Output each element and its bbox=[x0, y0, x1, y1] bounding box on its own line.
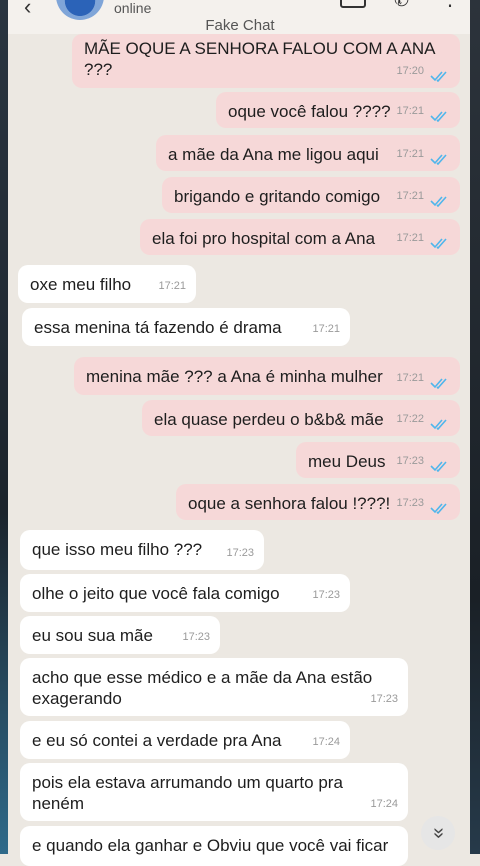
message-text: pois ela estava arrumando um quarto pra … bbox=[32, 773, 343, 813]
message-time: 17:23 bbox=[396, 455, 424, 467]
message-bubble[interactable]: e eu só contei a verdade pra Ana 17:24 bbox=[20, 721, 350, 759]
message-bubble[interactable]: oque a senhora falou !???! 17:23 bbox=[176, 484, 460, 520]
message-text: oxe meu filho bbox=[30, 275, 132, 294]
message-time: 17:21 bbox=[396, 148, 424, 160]
scroll-down-icon[interactable]: » bbox=[421, 816, 455, 850]
message-text: brigando e gritando comigo bbox=[174, 187, 381, 206]
message-text: eu sou sua mãe bbox=[32, 626, 153, 645]
message-time: 17:23 bbox=[226, 547, 254, 559]
double-check-icon bbox=[430, 111, 447, 122]
double-check-icon bbox=[430, 461, 447, 472]
message-bubble[interactable]: acho que esse médico e a mãe da Ana estã… bbox=[20, 658, 408, 716]
message-time: 17:24 bbox=[370, 798, 398, 810]
message-text: ela quase perdeu o b&b& mãe bbox=[154, 410, 384, 429]
message-time: 17:21 bbox=[396, 190, 424, 202]
message-bubble[interactable]: oxe meu filho 17:21 bbox=[18, 265, 196, 303]
message-time: 17:24 bbox=[312, 736, 340, 748]
double-check-icon bbox=[430, 154, 447, 165]
message-bubble[interactable]: olhe o jeito que você fala comigo 17:23 bbox=[20, 574, 350, 612]
message-text: oque a senhora falou !???! bbox=[188, 494, 391, 513]
message-time: 17:21 bbox=[312, 323, 340, 335]
left-frame bbox=[0, 0, 8, 854]
message-bubble[interactable]: oque você falou ???? 17:21 bbox=[216, 92, 460, 128]
message-time: 17:21 bbox=[396, 372, 424, 384]
double-check-icon bbox=[430, 196, 447, 207]
double-check-icon bbox=[430, 503, 447, 514]
message-time: 17:20 bbox=[396, 65, 424, 77]
message-bubble[interactable]: pois ela estava arrumando um quarto pra … bbox=[20, 763, 408, 821]
message-text: ela foi pro hospital com a Ana bbox=[152, 229, 376, 248]
message-text: MÃE OQUE A SENHORA FALOU COM A ANA ??? bbox=[84, 39, 435, 79]
message-text: e eu só contei a verdade pra Ana bbox=[32, 731, 282, 750]
message-time: 17:21 bbox=[396, 232, 424, 244]
right-frame bbox=[470, 0, 480, 854]
message-time: 17:23 bbox=[370, 693, 398, 705]
message-text: essa menina tá fazendo é drama bbox=[34, 318, 282, 337]
message-bubble[interactable]: MÃE OQUE A SENHORA FALOU COM A ANA ??? 1… bbox=[72, 34, 460, 88]
message-text: olhe o jeito que você fala comigo bbox=[32, 584, 280, 603]
message-bubble[interactable]: e quando ela ganhar e Obviu que você vai… bbox=[20, 826, 408, 866]
message-text: que isso meu filho ??? bbox=[32, 540, 203, 559]
message-bubble[interactable]: eu sou sua mãe 17:23 bbox=[20, 616, 220, 654]
message-text: a mãe da Ana me ligou aqui bbox=[168, 145, 379, 164]
page-title: Fake Chat bbox=[205, 17, 275, 34]
message-text: menina mãe ??? a Ana é minha mulher bbox=[86, 367, 383, 386]
message-time: 17:23 bbox=[312, 589, 340, 601]
message-bubble[interactable]: essa menina tá fazendo é drama 17:21 bbox=[22, 308, 350, 346]
message-bubble[interactable]: meu Deus 17:23 bbox=[296, 442, 460, 478]
message-time: 17:21 bbox=[158, 280, 186, 292]
message-text: e quando ela ganhar e Obviu que você vai… bbox=[32, 836, 389, 855]
message-time: 17:21 bbox=[396, 105, 424, 117]
message-bubble[interactable]: que isso meu filho ??? 17:23 bbox=[20, 530, 264, 570]
message-time: 17:22 bbox=[396, 413, 424, 425]
phone-icon[interactable]: ✆ bbox=[394, 0, 409, 11]
message-bubble[interactable]: a mãe da Ana me ligou aqui 17:21 bbox=[156, 135, 460, 171]
message-bubble[interactable]: brigando e gritando comigo 17:21 bbox=[162, 177, 460, 213]
message-bubble[interactable]: ela quase perdeu o b&b& mãe 17:22 bbox=[142, 400, 460, 436]
message-bubble[interactable]: ela foi pro hospital com a Ana 17:21 bbox=[140, 219, 460, 255]
message-time: 17:23 bbox=[182, 631, 210, 643]
message-text: meu Deus bbox=[308, 452, 386, 471]
contact-status: online bbox=[114, 0, 152, 16]
message-text: acho que esse médico e a mãe da Ana estã… bbox=[32, 668, 373, 708]
double-check-icon bbox=[430, 71, 447, 82]
more-icon[interactable]: ⋮ bbox=[440, 0, 460, 11]
video-call-icon[interactable] bbox=[340, 0, 366, 8]
message-bubble[interactable]: menina mãe ??? a Ana é minha mulher 17:2… bbox=[74, 357, 460, 395]
double-check-icon bbox=[430, 419, 447, 430]
message-time: 17:23 bbox=[396, 497, 424, 509]
message-text: oque você falou ???? bbox=[228, 102, 391, 121]
double-check-icon bbox=[430, 238, 447, 249]
double-check-icon bbox=[430, 378, 447, 389]
